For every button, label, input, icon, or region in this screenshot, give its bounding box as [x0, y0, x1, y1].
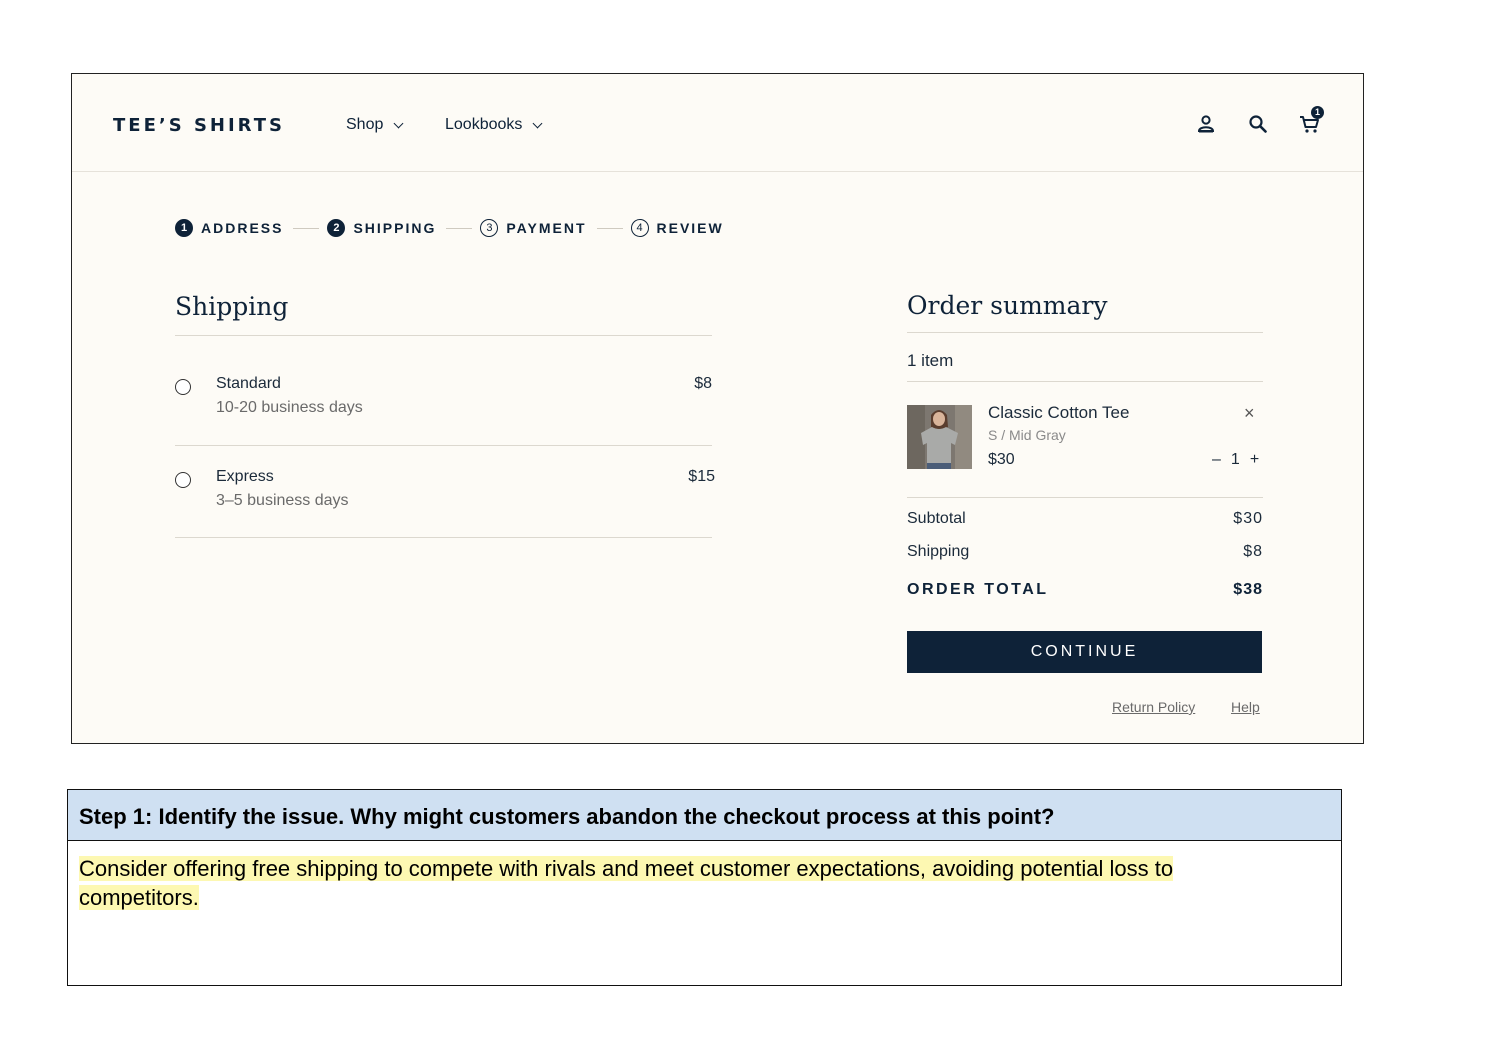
product-variant: S / Mid Gray — [988, 427, 1066, 443]
step-number: 4 — [630, 219, 649, 237]
option-description: 10-20 business days — [216, 399, 363, 416]
quantity-value: 1 — [1230, 451, 1240, 468]
step-number: 1 — [175, 219, 193, 237]
divider — [907, 381, 1263, 382]
radio-express[interactable] — [175, 472, 191, 488]
decrease-quantity-button[interactable]: – — [1212, 451, 1221, 469]
option-name: Express — [216, 468, 274, 485]
shipping-option-express[interactable]: Express 3–5 business days $15 — [175, 468, 715, 528]
shipping-title: Shipping — [175, 292, 289, 321]
divider — [907, 332, 1263, 333]
increase-quantity-button[interactable]: + — [1250, 451, 1259, 469]
cart-count-badge: 1 — [1311, 106, 1324, 119]
step-divider — [596, 227, 623, 229]
quantity-stepper: – 1 + — [1212, 451, 1259, 469]
step-payment[interactable]: 3 PAYMENT — [480, 219, 586, 237]
step-number: 2 — [327, 219, 346, 237]
subtotal-label: Subtotal — [907, 510, 966, 527]
radio-standard[interactable] — [175, 379, 191, 395]
divider — [175, 537, 712, 538]
chevron-down-icon — [532, 118, 543, 129]
step-label: ADDRESS — [201, 220, 284, 236]
option-description: 3–5 business days — [216, 492, 349, 509]
question-heading: Step 1: Identify the issue. Why might cu… — [79, 804, 1055, 829]
search-icon[interactable] — [1246, 112, 1270, 136]
step-divider — [293, 227, 320, 229]
product-name[interactable]: Classic Cotton Tee — [988, 403, 1129, 423]
chevron-down-icon — [393, 118, 404, 129]
item-count: 1 item — [907, 351, 954, 370]
site-header: TEE’S SHIRTS Shop Lookbooks 1 — [72, 74, 1363, 172]
order-total-value: $38 — [1233, 581, 1263, 598]
order-summary-title: Order summary — [907, 291, 1108, 320]
worksheet-question-box: Step 1: Identify the issue. Why might cu… — [67, 789, 1342, 986]
shipping-option-standard[interactable]: Standard 10-20 business days $8 — [175, 375, 715, 435]
step-shipping[interactable]: 2 SHIPPING — [327, 219, 436, 237]
remove-item-button[interactable]: × — [1244, 403, 1255, 424]
product-thumbnail — [907, 405, 972, 469]
nav-lookbooks-label: Lookbooks — [445, 116, 523, 133]
step-label: PAYMENT — [506, 220, 587, 236]
cart-icon[interactable]: 1 — [1298, 106, 1324, 136]
step-label: SHIPPING — [353, 220, 437, 236]
step-divider — [446, 227, 473, 229]
continue-button[interactable]: CONTINUE — [907, 631, 1262, 673]
question-header: Step 1: Identify the issue. Why might cu… — [68, 790, 1341, 841]
answer-text: Consider offering free shipping to compe… — [79, 856, 1174, 910]
divider — [907, 497, 1263, 498]
product-price: $30 — [988, 451, 1015, 468]
divider — [175, 445, 712, 446]
account-icon[interactable] — [1194, 112, 1218, 136]
step-address[interactable]: 1 ADDRESS — [175, 219, 283, 237]
site-logo[interactable]: TEE’S SHIRTS — [113, 115, 285, 136]
nav-lookbooks[interactable]: Lookbooks — [445, 116, 543, 134]
checkout-steps: 1 ADDRESS 2 SHIPPING 3 PAYMENT 4 REVIEW — [175, 219, 724, 237]
nav-shop-label: Shop — [346, 116, 384, 133]
nav-shop[interactable]: Shop — [346, 116, 404, 134]
return-policy-link[interactable]: Return Policy — [1112, 699, 1195, 715]
shipping-cost-value: $8 — [1243, 543, 1263, 560]
order-total-label: ORDER TOTAL — [907, 581, 1049, 598]
option-price: $15 — [688, 468, 715, 485]
step-number: 3 — [480, 219, 499, 237]
checkout-screenshot: TEE’S SHIRTS Shop Lookbooks 1 1 ADDRESS … — [71, 73, 1364, 744]
option-price: $8 — [694, 375, 712, 392]
step-label: REVIEW — [656, 220, 724, 236]
shipping-cost-label: Shipping — [907, 543, 970, 560]
subtotal-value: $30 — [1233, 510, 1263, 527]
option-name: Standard — [216, 375, 281, 392]
divider — [175, 335, 712, 336]
step-review[interactable]: 4 REVIEW — [630, 219, 724, 237]
help-link[interactable]: Help — [1231, 699, 1260, 715]
answer-field[interactable]: Consider offering free shipping to compe… — [79, 854, 1294, 912]
